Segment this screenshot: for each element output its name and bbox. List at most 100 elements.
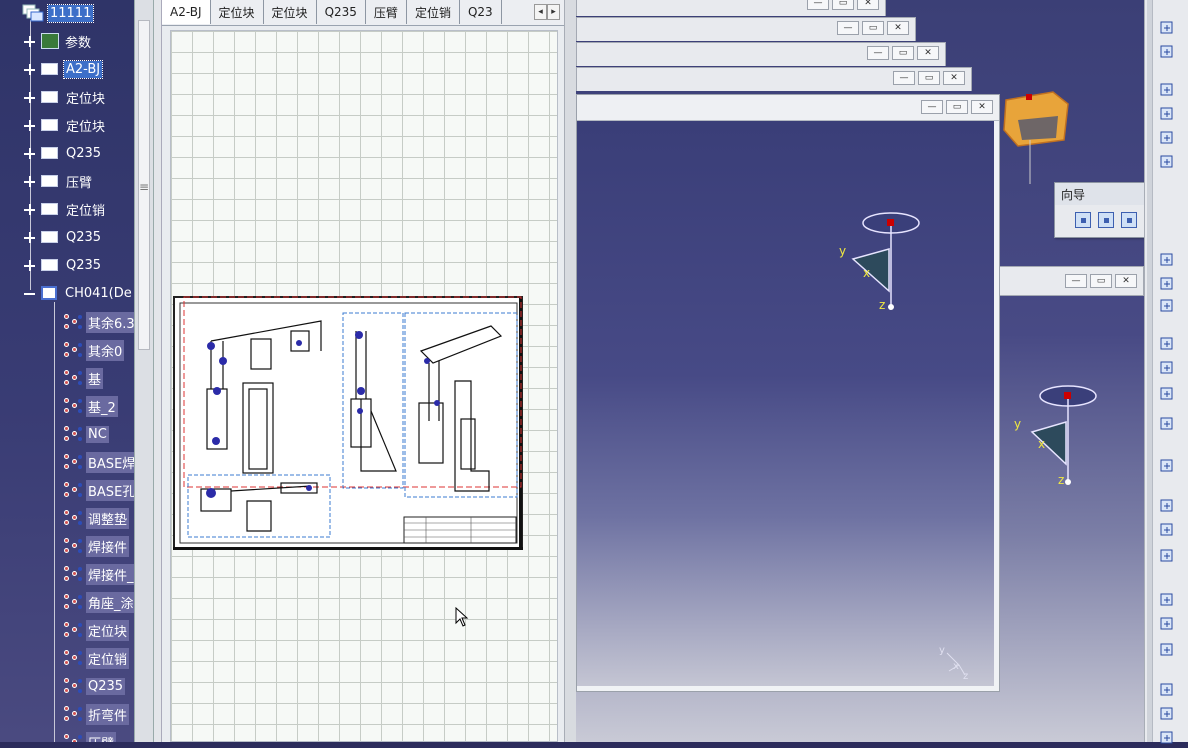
color-icon[interactable] [1155,128,1179,148]
3d-viewer-area[interactable]: — ▭ ✕ — ▭ ✕ — ▭ ✕ — ▭ ✕ — ▭ ✕ y x z — ▭ ✕ y x [576,0,1144,742]
tree-node[interactable]: Q235 [24,142,103,164]
wizard-view-icon[interactable] [1075,212,1091,228]
wizard-detail-icon[interactable] [1121,212,1137,228]
tree-child-node[interactable]: 定位销 [62,647,130,669]
drawing-sheet[interactable] [171,31,559,743]
restore-button[interactable]: ▭ [918,71,940,85]
axis-icon[interactable] [1155,590,1179,610]
sheet-tab[interactable]: Q23 [459,0,502,24]
tree-root[interactable]: 11111 [22,2,95,24]
tree-child-node[interactable]: 角座_涂 [62,591,136,613]
tree-child-label[interactable]: 定位块 [86,619,130,641]
tree-node-label[interactable]: 定位块 [64,115,107,136]
tree-child-node[interactable]: BASE焊 [62,451,138,473]
minimize-button[interactable]: — [921,100,943,114]
restore-button[interactable]: ▭ [946,100,968,114]
tree-child-node[interactable]: 焊接件_ [62,563,136,585]
cascaded-window-2[interactable]: — ▭ ✕ [576,17,916,41]
minimize-button[interactable]: — [893,71,915,85]
tree-child-node[interactable]: BASE孔 [62,479,138,501]
tree-node-label[interactable]: A2-BJ [62,59,104,79]
tree-node-label[interactable]: 定位销 [64,199,107,220]
minimize-button[interactable]: — [1065,274,1087,288]
restore-button[interactable]: ▭ [892,46,914,60]
line-icon[interactable] [1155,704,1179,724]
dimension-icon[interactable] [1155,334,1179,354]
tree-node[interactable]: A2-BJ [24,58,104,80]
tree-child-label[interactable]: 其余6.3 [86,311,137,333]
tree-child-node[interactable]: 其余6.3 [62,311,137,333]
tree-child-label[interactable]: 调整垫 [86,507,130,529]
viewer-divider[interactable] [564,0,576,742]
close-button[interactable]: ✕ [943,71,965,85]
arrow-icon[interactable] [1155,640,1179,660]
frame-icon[interactable] [1155,250,1179,270]
tree-child-label[interactable]: BASE孔 [86,479,138,501]
tab-scroll-left-button[interactable]: ◂ [534,4,547,20]
tree-child-node[interactable]: 其余0 [62,339,125,361]
tree-child-label[interactable]: NC [86,425,109,443]
tree-node-label[interactable]: 压臂 [64,171,94,192]
cascaded-window-4[interactable]: — ▭ ✕ [576,67,972,91]
drawing-canvas[interactable] [170,30,558,742]
sheet-tab[interactable]: 定位块 [263,0,317,24]
tree-child-label[interactable]: 焊接件_ [86,563,136,585]
tree-node[interactable]: 定位销 [24,198,107,220]
part-3d-model[interactable] [998,80,1088,190]
collapse-minus-icon[interactable] [24,288,35,299]
tree-child-node[interactable]: Q235 [62,675,126,697]
tree-child-node[interactable]: NC [62,423,109,445]
tree-child-node[interactable]: 压臂 [62,731,117,742]
tree-child-node[interactable]: 折弯件 [62,703,130,725]
active-window-titlebar[interactable]: — ▭ ✕ [577,95,999,121]
tree-child-label[interactable]: 折弯件 [86,703,130,725]
table-icon[interactable] [1155,546,1179,566]
tree-node[interactable]: Q235 [24,254,103,276]
select-arrow-icon[interactable] [1155,18,1179,38]
cascaded-window-1[interactable]: — ▭ ✕ [576,0,886,16]
tree-node-label[interactable]: CH041(De [63,285,134,302]
view-front-icon[interactable] [1155,80,1179,100]
minimize-button[interactable]: — [867,46,889,60]
tree-node-label[interactable]: Q235 [64,257,103,274]
tree-child-node[interactable]: 定位块 [62,619,130,641]
tree-node-label[interactable]: 定位块 [64,87,107,108]
roughness-icon[interactable] [1155,520,1179,540]
tree-child-label[interactable]: 焊接件 [86,535,130,557]
text-icon[interactable] [1155,496,1179,516]
tree-node[interactable]: 参数 [24,30,93,52]
panel-divider[interactable] [154,0,162,742]
sheet-tab[interactable]: 压臂 [365,0,407,24]
tree-child-label[interactable]: 定位销 [86,647,130,669]
expand-plus-icon[interactable] [24,259,35,271]
tree-scrollbar[interactable]: ≡ [134,0,154,742]
tree-node[interactable]: CH041(De [24,282,134,304]
sheet-tab[interactable]: Q235 [316,0,366,24]
close-button[interactable]: ✕ [971,100,993,114]
rotate-icon[interactable] [1155,42,1179,62]
specification-tree[interactable]: 11111 参数 A2-BJ 定位块 定位块 Q235 压臂 定位销 Q235 Q235 CH04… [0,0,140,742]
grid-icon[interactable] [1155,274,1179,294]
toolbar-handle[interactable] [1147,0,1153,742]
tree-child-label[interactable]: Q235 [86,677,126,695]
expand-plus-icon[interactable] [24,203,35,215]
tree-node-label[interactable]: Q235 [64,145,103,162]
tree-child-node[interactable]: 焊接件 [62,535,130,557]
tree-node[interactable]: 压臂 [24,170,94,192]
restore-button[interactable]: ▭ [862,21,884,35]
close-button[interactable]: ✕ [917,46,939,60]
close-button[interactable]: ✕ [857,0,879,10]
tree-child-node[interactable]: 调整垫 [62,507,130,529]
annotation-icon[interactable] [1155,358,1179,378]
cascaded-window-3[interactable]: — ▭ ✕ [576,42,946,66]
close-button[interactable]: ✕ [1115,274,1137,288]
render-icon[interactable] [1155,152,1179,172]
sheet-tab[interactable]: 定位销 [406,0,460,24]
tree-node-label[interactable]: Q235 [64,229,103,246]
expand-plus-icon[interactable] [24,147,35,159]
measure-icon[interactable] [1155,384,1179,404]
sheet-tab[interactable]: 定位块 [210,0,264,24]
circle-icon[interactable] [1155,728,1179,748]
tree-child-label[interactable]: 其余0 [86,339,125,361]
expand-plus-icon[interactable] [24,35,35,47]
